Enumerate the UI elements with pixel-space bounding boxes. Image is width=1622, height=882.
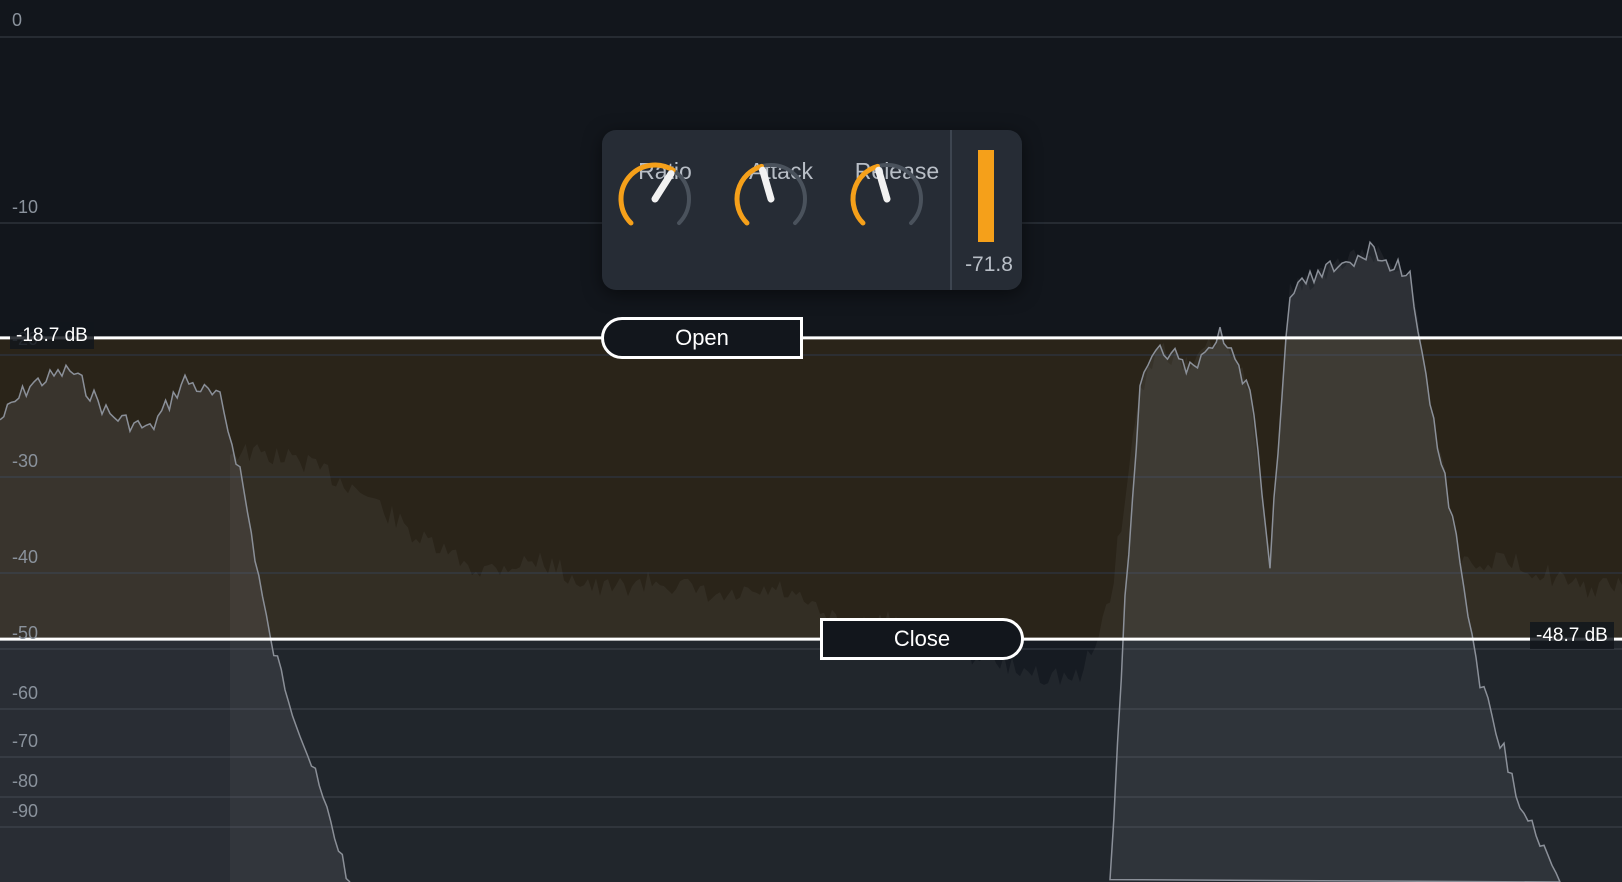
y-axis-tick-label: -80 — [12, 771, 39, 791]
open-threshold-handle[interactable]: Open — [601, 316, 803, 359]
panel-divider — [950, 130, 952, 290]
knob-pointer — [875, 166, 891, 203]
y-axis-tick-label: -10 — [12, 197, 39, 217]
y-axis-tick-label: -90 — [12, 801, 39, 821]
y-axis-tick-label: -50 — [12, 623, 39, 643]
gate-controls-panel: Ratio Attack Release -71.8 — [602, 130, 1022, 290]
knob-value-arc — [734, 163, 765, 226]
knob-value-arc — [850, 163, 881, 226]
open-threshold-readout: -18.7 dB — [10, 322, 94, 349]
release-knob[interactable] — [842, 154, 932, 244]
attack-knob[interactable] — [726, 154, 816, 244]
attack-knob-group: Attack — [726, 154, 836, 284]
y-axis-tick-label: -30 — [12, 451, 39, 471]
knob-value-arc — [618, 162, 676, 226]
y-axis-tick-label: -60 — [12, 683, 39, 703]
ratio-knob[interactable] — [610, 154, 700, 244]
spectrum-display[interactable]: 0-10-20-30-40-50-60-70-80-90 -18.7 dB -4… — [0, 0, 1622, 882]
level-meter-value: -71.8 — [965, 253, 1013, 276]
y-axis-tick-label: 0 — [12, 10, 23, 30]
close-threshold-readout: -48.7 dB — [1530, 622, 1614, 649]
release-knob-group: Release — [842, 154, 952, 284]
y-axis-tick-label: -40 — [12, 547, 39, 567]
level-meter-bar — [978, 150, 994, 242]
close-threshold-handle[interactable]: Close — [820, 618, 1024, 661]
knob-pointer — [651, 170, 675, 203]
knob-pointer — [759, 166, 775, 203]
ratio-knob-group: Ratio — [610, 154, 720, 284]
y-axis-tick-label: -70 — [12, 731, 39, 751]
